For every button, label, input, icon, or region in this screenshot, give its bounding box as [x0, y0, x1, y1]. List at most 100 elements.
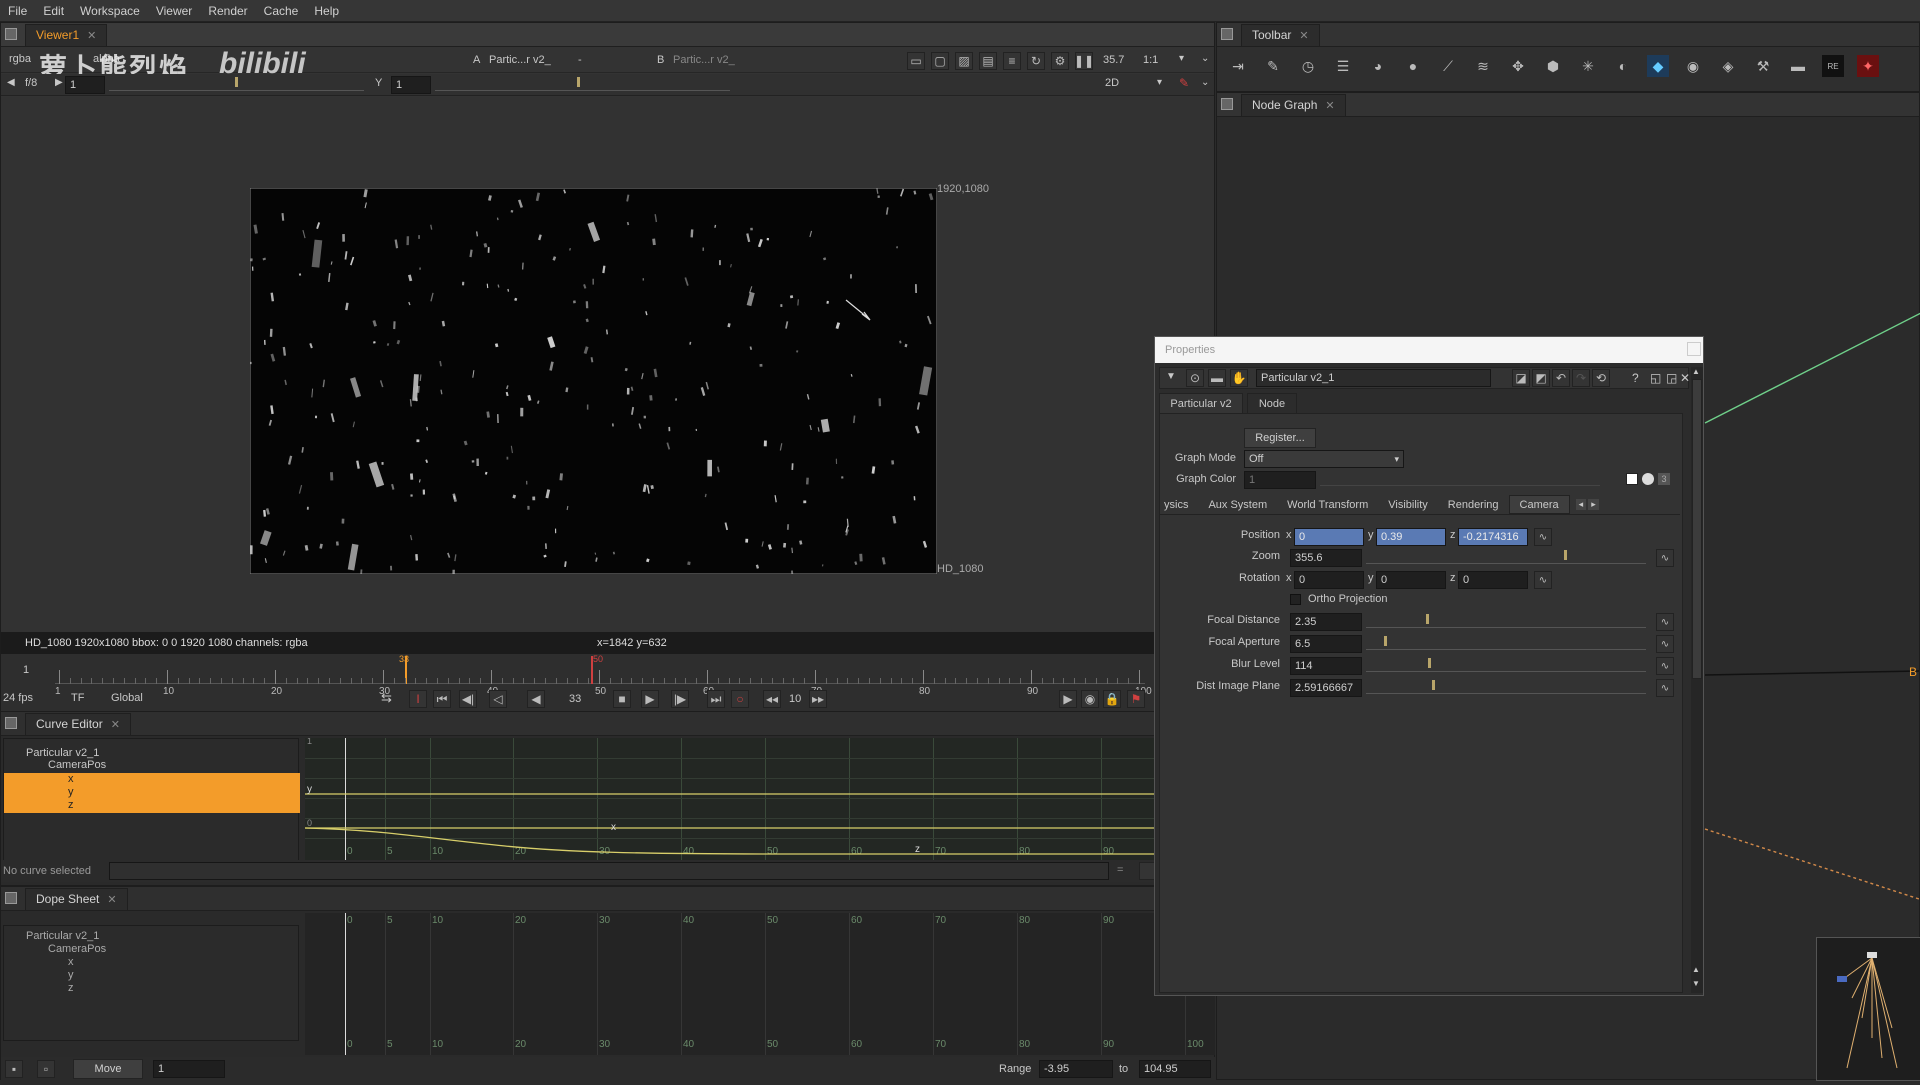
menu-render[interactable]: Render: [208, 4, 247, 18]
zoom-value[interactable]: 35.7: [1103, 54, 1124, 66]
loop-icon[interactable]: ⇆: [381, 690, 392, 706]
gear-icon[interactable]: ⚙: [1051, 52, 1069, 70]
keyer-icon[interactable]: ⟋: [1437, 55, 1459, 77]
focal-distance-slider[interactable]: [1366, 614, 1646, 628]
subtab-world-transform[interactable]: World Transform: [1277, 499, 1378, 511]
step-forward-icon[interactable]: ▸▸: [809, 690, 827, 708]
focal-aperture-field[interactable]: 6.5: [1290, 635, 1362, 653]
filter-icon[interactable]: ●: [1402, 55, 1424, 77]
revision-icon[interactable]: RE: [1822, 55, 1844, 77]
last-frame-icon[interactable]: ⏭: [707, 690, 725, 708]
tab-curve-editor[interactable]: Curve Editor ✕: [25, 712, 131, 735]
close-icon[interactable]: ✕: [1680, 371, 1690, 385]
viewer-canvas[interactable]: 1920,1080 HD_1080: [1, 97, 1214, 632]
curve-icon[interactable]: ∿: [1656, 657, 1674, 675]
curve-icon[interactable]: ∿: [1534, 528, 1552, 546]
graph-color-field[interactable]: 1: [1244, 471, 1316, 489]
close-icon[interactable]: ✕: [111, 718, 120, 731]
camera-icon[interactable]: ◉: [1081, 690, 1099, 708]
redo-icon[interactable]: ↷: [1572, 369, 1590, 387]
zoom-field[interactable]: 355.6: [1290, 549, 1362, 567]
slider-knob[interactable]: [235, 77, 238, 87]
position-y-field[interactable]: 0.39: [1376, 528, 1446, 546]
play-icon[interactable]: ▶: [641, 690, 659, 708]
dope-tree-y[interactable]: y: [68, 969, 74, 981]
zoom-slider[interactable]: [1366, 550, 1646, 564]
dope-tree-node[interactable]: Particular v2_1: [26, 930, 99, 942]
dope-tree-x[interactable]: x: [68, 956, 74, 968]
register-button[interactable]: Register...: [1244, 428, 1316, 448]
curve-tree-z[interactable]: z: [68, 799, 74, 811]
float-icon[interactable]: ◱: [1650, 371, 1661, 385]
scroll-down-icon[interactable]: ▼: [1692, 979, 1700, 988]
panel-menu-icon[interactable]: [5, 892, 17, 904]
chevron-down-icon[interactable]: ▾: [1179, 53, 1184, 64]
node-name-field[interactable]: Particular v2_1: [1256, 369, 1491, 387]
metadata-icon[interactable]: ◈: [1717, 55, 1739, 77]
exposure-slider[interactable]: [109, 77, 364, 91]
rotation-x-field[interactable]: 0: [1294, 571, 1364, 589]
help-icon[interactable]: ?: [1632, 371, 1639, 385]
prev-frame-icon[interactable]: ◁: [489, 690, 507, 708]
slider-knob[interactable]: [1384, 636, 1387, 646]
slider-knob[interactable]: [1564, 550, 1567, 560]
tf-select[interactable]: TF: [71, 692, 84, 704]
curve-icon[interactable]: ∿: [1656, 613, 1674, 631]
other-icon[interactable]: ▬: [1787, 55, 1809, 77]
scrollbar-thumb[interactable]: [1692, 379, 1702, 679]
close-icon[interactable]: [1687, 342, 1701, 356]
curve-expression-field[interactable]: [109, 862, 1109, 880]
chevron-down-icon[interactable]: ⌄: [1201, 77, 1209, 88]
channel-icon[interactable]: ☰: [1332, 55, 1354, 77]
ortho-checkbox[interactable]: [1290, 594, 1301, 605]
play-back-icon[interactable]: ◀: [527, 690, 545, 708]
move-value-field[interactable]: 1: [153, 1060, 225, 1078]
subtab-prev-icon[interactable]: ◂: [1575, 499, 1587, 510]
properties-titlebar[interactable]: Properties: [1155, 337, 1703, 363]
collapse-icon[interactable]: ▼: [1166, 371, 1176, 382]
triangle-right-icon[interactable]: ▶: [55, 77, 63, 88]
properties-scrollbar[interactable]: ▲ ▲ ▼: [1691, 367, 1703, 993]
color-icon[interactable]: ◕: [1367, 55, 1389, 77]
flipbook-icon[interactable]: ▶: [1059, 690, 1077, 708]
timeline-ruler[interactable]: 33 50 1102030405060708090100: [55, 654, 1152, 697]
curve-icon[interactable]: ∿: [1656, 635, 1674, 653]
refresh-icon[interactable]: ↻: [1027, 52, 1045, 70]
chevron-down-icon[interactable]: ▾: [1157, 77, 1162, 88]
node-graph-minimap[interactable]: [1816, 937, 1920, 1081]
position-x-field[interactable]: 0: [1294, 528, 1364, 546]
blur-level-slider[interactable]: [1366, 658, 1646, 672]
slider-knob[interactable]: [1432, 680, 1435, 690]
pen-icon[interactable]: ✎: [1179, 76, 1189, 90]
subtab-physics[interactable]: ysics: [1160, 499, 1198, 511]
step-back-icon[interactable]: ◂◂: [763, 690, 781, 708]
color-swatch-icon[interactable]: ▬: [1208, 369, 1226, 387]
draw-icon[interactable]: ✎: [1262, 55, 1284, 77]
fstop-value[interactable]: f/8: [25, 77, 37, 89]
menu-cache[interactable]: Cache: [264, 4, 299, 18]
exposure-field[interactable]: 1: [65, 76, 105, 94]
move-button[interactable]: Move: [73, 1059, 143, 1079]
image-icon[interactable]: ⇥: [1227, 55, 1249, 77]
bookmark-icon[interactable]: ⚑: [1127, 690, 1145, 708]
anim-icon[interactable]: 3: [1658, 473, 1670, 485]
panel-menu-icon[interactable]: [5, 717, 17, 729]
dope-tree-z[interactable]: z: [68, 982, 74, 994]
pin-icon[interactable]: ✋: [1230, 369, 1248, 387]
in-point-icon[interactable]: I: [409, 690, 427, 708]
rotation-y-field[interactable]: 0: [1376, 571, 1446, 589]
edit-icon[interactable]: ◪: [1512, 369, 1530, 387]
range-from-field[interactable]: -3.95: [1039, 1060, 1113, 1078]
step-value[interactable]: 10: [789, 693, 801, 705]
view-mode-select[interactable]: 2D: [1105, 77, 1119, 89]
slider-knob[interactable]: [1426, 614, 1429, 624]
roi-icon[interactable]: ▭: [907, 52, 925, 70]
subtab-camera[interactable]: Camera: [1508, 495, 1570, 514]
panel-menu-icon[interactable]: [1221, 28, 1233, 40]
undo-icon[interactable]: ↶: [1552, 369, 1570, 387]
menu-edit[interactable]: Edit: [43, 4, 64, 18]
gamma-field[interactable]: 1: [391, 76, 431, 94]
prev-key-icon[interactable]: ◀|: [459, 690, 477, 708]
plugin-icon[interactable]: ◆: [1647, 55, 1669, 77]
dist-image-plane-field[interactable]: 2.59166667: [1290, 679, 1362, 697]
